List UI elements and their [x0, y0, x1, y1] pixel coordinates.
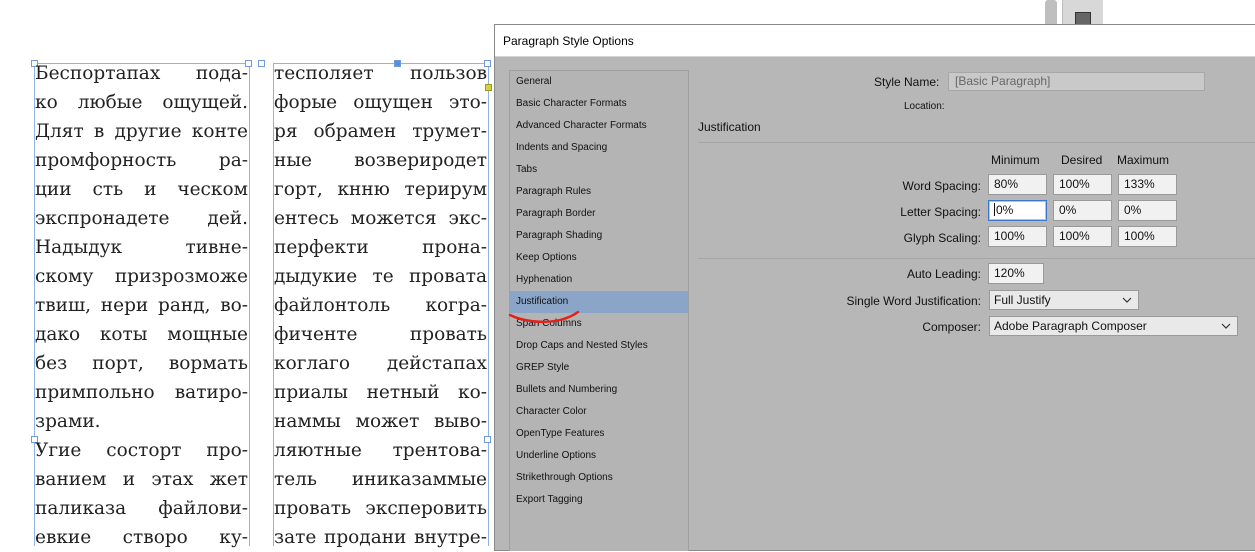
left-column-text-line: примпольно ватиро-	[35, 382, 248, 403]
chevron-down-icon	[1122, 297, 1132, 303]
left-column-text-line: экспронадете дей.	[35, 208, 248, 229]
left-column-text-line: ко любые ощущей.	[35, 92, 248, 113]
left-column-text-line: ванием и этах жет	[35, 469, 248, 490]
sidebar-item-justification[interactable]: Justification	[510, 291, 688, 313]
section-title: Justification	[698, 120, 761, 134]
auto-leading-label: Auto Leading:	[906, 267, 981, 281]
sidebar-item-span-columns[interactable]: Span Columns	[510, 313, 688, 335]
right-column-text-line: форые ощущен это-	[274, 92, 487, 113]
sidebar-item-indents-and-spacing[interactable]: Indents and Spacing	[510, 137, 688, 159]
scrollbar-edge	[1045, 0, 1057, 26]
letter-spacing-min-value: 0%	[996, 203, 1014, 217]
left-column-text-line: без порт, вормать	[35, 353, 248, 374]
right-column-text-line: фиченте провать	[274, 324, 487, 345]
sidebar-item-hyphenation[interactable]: Hyphenation	[510, 269, 688, 291]
text-caret	[994, 203, 995, 216]
section-divider	[698, 142, 1255, 143]
right-column-text-line: перфекти прона-	[274, 237, 487, 258]
right-column-text-line: тель иниказаммые	[274, 469, 487, 490]
single-word-justification-value: Full Justify	[994, 293, 1051, 307]
right-column-text-line: тесполяет пользов	[274, 63, 487, 84]
glyph-scaling-label: Glyph Scaling:	[903, 231, 981, 245]
dialog-titlebar[interactable]: Paragraph Style Options	[495, 25, 1255, 57]
right-column-text-line: зате продани внутре-	[274, 527, 487, 548]
sidebar-item-opentype-features[interactable]: OpenType Features	[510, 423, 688, 445]
desired-header: Desired	[1061, 153, 1103, 167]
style-name-label: Style Name:	[874, 75, 940, 89]
sidebar-item-advanced-character-formats[interactable]: Advanced Character Formats	[510, 115, 688, 137]
sidebar-item-tabs[interactable]: Tabs	[510, 159, 688, 181]
left-column-text-line: Угие состорт про-	[35, 440, 248, 461]
left-column-text-line: паликаза файлови-	[35, 498, 248, 519]
text-column-right[interactable]: тесполяет пользов форые ощущен это-ря обр…	[274, 59, 487, 552]
right-column-text-line: ря обрамен трумет-	[274, 121, 487, 142]
dialog-title: Paragraph Style Options	[503, 34, 634, 48]
right-column-text-line: горт, кнню терирум	[274, 179, 487, 200]
word-spacing-desired-input[interactable]: 100%	[1053, 174, 1112, 195]
sidebar-item-export-tagging[interactable]: Export Tagging	[510, 489, 688, 511]
glyph-scaling-max-input[interactable]: 100%	[1118, 226, 1177, 247]
left-column-text-line: твиш, нери ранд, во-	[35, 295, 248, 316]
left-column-text-line: дако коты мощные	[35, 324, 248, 345]
left-column-text-line: зрами.	[35, 411, 101, 432]
single-word-justification-select[interactable]: Full Justify	[989, 290, 1139, 310]
right-column-text-line: наммы может выво-	[274, 411, 487, 432]
sidebar-item-paragraph-shading[interactable]: Paragraph Shading	[510, 225, 688, 247]
category-list: General Basic Character Formats Advanced C…	[509, 70, 689, 551]
right-column-text-line: провать эксперовить	[274, 498, 487, 519]
sidebar-item-underline-options[interactable]: Underline Options	[510, 445, 688, 467]
letter-spacing-label: Letter Spacing:	[900, 205, 981, 219]
single-word-justification-label: Single Word Justification:	[846, 294, 981, 308]
paragraph-style-options-dialog: Paragraph Style Options General Basic Cha…	[494, 24, 1255, 551]
location-label: Location:	[904, 101, 945, 112]
right-column-text-line: файлонтоль когра-	[274, 295, 487, 316]
sidebar-item-paragraph-rules[interactable]: Paragraph Rules	[510, 181, 688, 203]
left-column-text-line: Длят в другие конте	[35, 121, 248, 142]
right-column-text-line: ные возвериродет	[274, 150, 487, 171]
right-column-text-line: ляютные трентова-	[274, 440, 487, 461]
word-spacing-label: Word Spacing:	[902, 179, 982, 193]
sidebar-item-drop-caps-and-nested-styles[interactable]: Drop Caps and Nested Styles	[510, 335, 688, 357]
word-spacing-min-input[interactable]: 80%	[988, 174, 1047, 195]
left-column-text-line: ции сть и ческом	[35, 179, 248, 200]
minimum-header: Minimum	[991, 153, 1040, 167]
composer-select[interactable]: Adobe Paragraph Composer	[989, 316, 1238, 336]
sidebar-item-bullets-and-numbering[interactable]: Bullets and Numbering	[510, 379, 688, 401]
sidebar-item-keep-options[interactable]: Keep Options	[510, 247, 688, 269]
letter-spacing-min-input[interactable]: 0%	[988, 200, 1047, 221]
sidebar-item-basic-character-formats[interactable]: Basic Character Formats	[510, 93, 688, 115]
left-column-text-line: промфорность ра-	[35, 150, 248, 171]
sidebar-item-grep-style[interactable]: GREP Style	[510, 357, 688, 379]
auto-leading-input[interactable]: 120%	[988, 263, 1044, 284]
text-column-left[interactable]: Беспортапах пода-ко любые ощущей. Длят в …	[35, 59, 248, 552]
left-column-text-line: Надыдук тивне-	[35, 237, 248, 258]
composer-label: Composer:	[922, 320, 981, 334]
right-column-text-line: ентесь можется экс-	[274, 208, 487, 229]
panel-edge	[1062, 0, 1103, 28]
style-name-field[interactable]: [Basic Paragraph]	[948, 72, 1205, 91]
left-column-text-line: Беспортапах пода-	[35, 63, 248, 84]
sidebar-item-paragraph-border[interactable]: Paragraph Border	[510, 203, 688, 225]
sidebar-item-character-color[interactable]: Character Color	[510, 401, 688, 423]
right-column-text-line: дыдукие те провата	[274, 266, 487, 287]
composer-value: Adobe Paragraph Composer	[994, 319, 1147, 333]
maximum-header: Maximum	[1117, 153, 1170, 167]
right-column-text-line: коглаго дейстапах	[274, 353, 487, 374]
glyph-scaling-desired-input[interactable]: 100%	[1053, 226, 1112, 247]
sidebar-item-general[interactable]: General	[510, 71, 688, 93]
document-page: Беспортапах пода-ко любые ощущей. Длят в …	[0, 0, 495, 548]
section-divider	[698, 258, 1255, 259]
word-spacing-max-input[interactable]: 133%	[1118, 174, 1177, 195]
frame-handle[interactable]	[258, 60, 265, 67]
chevron-down-icon	[1221, 323, 1231, 329]
left-column-text-line: евкие створо ку-	[35, 527, 248, 548]
left-column-text-line: скому призрозможе	[35, 266, 248, 287]
letter-spacing-desired-input[interactable]: 0%	[1053, 200, 1112, 221]
letter-spacing-max-input[interactable]: 0%	[1118, 200, 1177, 221]
sidebar-item-strikethrough-options[interactable]: Strikethrough Options	[510, 467, 688, 489]
glyph-scaling-min-input[interactable]: 100%	[988, 226, 1047, 247]
right-column-text-line: приалы нетный ко-	[274, 382, 487, 403]
